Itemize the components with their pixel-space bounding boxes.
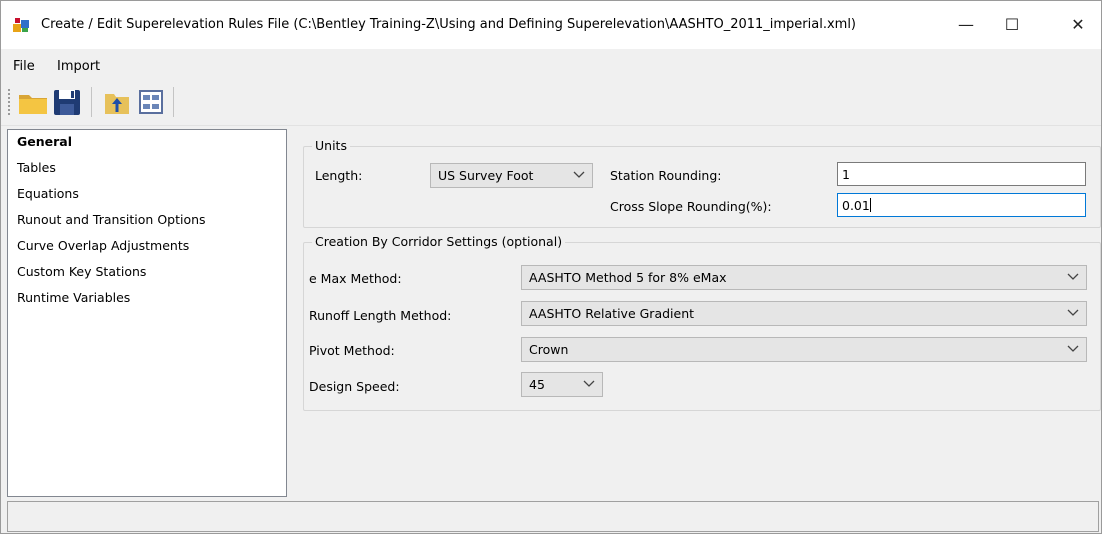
toolbar-separator <box>91 87 92 117</box>
design-speed-value: 45 <box>529 377 545 392</box>
save-icon[interactable] <box>51 86 83 118</box>
length-select-value: US Survey Foot <box>438 168 534 183</box>
station-rounding-value: 1 <box>842 167 850 182</box>
length-select[interactable]: US Survey Foot <box>430 163 593 188</box>
toolbar-grip[interactable] <box>8 89 13 115</box>
cross-slope-rounding-value: 0.01 <box>842 198 870 213</box>
chevron-down-icon <box>1067 273 1079 280</box>
toolbar-separator <box>173 87 174 117</box>
pivot-method-label: Pivot Method: <box>309 343 395 358</box>
text-caret <box>869 198 871 212</box>
app-icon <box>13 18 29 32</box>
status-bar <box>7 501 1099 532</box>
menu-bar: File Import <box>1 49 1101 81</box>
chevron-down-icon <box>1067 345 1079 352</box>
station-rounding-input[interactable]: 1 <box>837 162 1086 186</box>
toolbar <box>1 81 1101 126</box>
menu-file[interactable]: File <box>13 59 35 74</box>
runoff-length-method-value: AASHTO Relative Gradient <box>529 306 695 321</box>
nav-item-tables[interactable]: Tables <box>17 160 56 175</box>
cross-slope-rounding-label: Cross Slope Rounding(%): <box>610 199 772 214</box>
chevron-down-icon <box>573 171 585 178</box>
table-icon[interactable] <box>135 86 167 118</box>
nav-item-equations[interactable]: Equations <box>17 186 79 201</box>
corridor-group-title: Creation By Corridor Settings (optional) <box>312 234 566 249</box>
corridor-settings-group: Creation By Corridor Settings (optional)… <box>303 234 1101 411</box>
station-rounding-label: Station Rounding: <box>610 168 722 183</box>
main-window: Create / Edit Superelevation Rules File … <box>0 0 1102 534</box>
units-group: Units Length: US Survey Foot Station Rou… <box>303 138 1101 228</box>
emax-method-select[interactable]: AASHTO Method 5 for 8% eMax <box>521 265 1087 290</box>
close-button[interactable]: ✕ <box>1055 9 1101 41</box>
emax-method-label: e Max Method: <box>309 271 402 286</box>
runoff-length-method-select[interactable]: AASHTO Relative Gradient <box>521 301 1087 326</box>
title-bar[interactable]: Create / Edit Superelevation Rules File … <box>1 1 1101 49</box>
cross-slope-rounding-input[interactable]: 0.01 <box>837 193 1086 217</box>
chevron-down-icon <box>583 380 595 387</box>
minimize-button[interactable]: — <box>943 9 989 41</box>
menu-import[interactable]: Import <box>57 59 100 74</box>
open-folder-icon[interactable] <box>17 86 49 118</box>
pivot-method-select[interactable]: Crown <box>521 337 1087 362</box>
runoff-length-method-label: Runoff Length Method: <box>309 308 452 323</box>
design-speed-select[interactable]: 45 <box>521 372 603 397</box>
maximize-button[interactable]: ☐ <box>989 9 1035 41</box>
window-title: Create / Edit Superelevation Rules File … <box>41 17 857 32</box>
settings-nav-list: General Tables Equations Runout and Tran… <box>7 129 287 497</box>
chevron-down-icon <box>1067 309 1079 316</box>
pivot-method-value: Crown <box>529 342 569 357</box>
emax-method-value: AASHTO Method 5 for 8% eMax <box>529 270 727 285</box>
nav-item-runtime-variables[interactable]: Runtime Variables <box>17 290 130 305</box>
design-speed-label: Design Speed: <box>309 379 400 394</box>
nav-item-general[interactable]: General <box>17 134 72 149</box>
length-label: Length: <box>315 168 363 183</box>
nav-item-curve-overlap[interactable]: Curve Overlap Adjustments <box>17 238 189 253</box>
nav-item-runout-transition[interactable]: Runout and Transition Options <box>17 212 206 227</box>
import-file-icon[interactable] <box>101 86 133 118</box>
units-group-title: Units <box>312 138 350 153</box>
nav-item-custom-key-stations[interactable]: Custom Key Stations <box>17 264 146 279</box>
